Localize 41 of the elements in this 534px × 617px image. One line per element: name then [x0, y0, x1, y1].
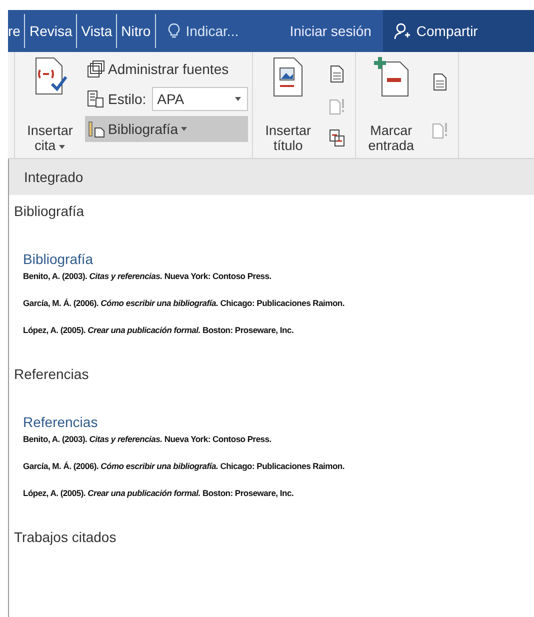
document-list-icon [87, 90, 105, 108]
document-icon [329, 65, 346, 83]
stacked-documents-icon [87, 60, 105, 78]
caret-icon [59, 144, 66, 149]
lightbulb-icon [168, 23, 180, 39]
manage-sources-button[interactable]: Administrar fuentes [85, 56, 248, 82]
style-dropdown[interactable]: APA [152, 87, 248, 111]
bibliography-icon [87, 120, 105, 138]
ribbon-tab[interactable]: Nitro [117, 14, 156, 48]
person-add-icon [393, 22, 412, 40]
citation-entry: López, A. (2005). Crear una publicación formal. Boston: Proseware, Inc. [23, 487, 294, 499]
picture-document-icon [272, 56, 304, 98]
gallery-item-label[interactable]: Trabajos citados [9, 521, 116, 545]
document-icon [432, 73, 448, 91]
insert-caption-button[interactable]: Insertar título [257, 56, 320, 156]
insert-citation-button[interactable]: Insertar cita [19, 56, 81, 156]
citation-entry: García, M. Á. (2006). Cómo escribir una bibliografía. Chicago: Publicaciones Raimon. [23, 460, 344, 472]
gallery-item-label[interactable]: Referencias [9, 358, 89, 382]
gallery-header: Integrado [9, 159, 534, 195]
tell-me-field[interactable]: Indicar... [184, 22, 278, 40]
ribbon-tab[interactable]: Vista [77, 14, 118, 48]
citation-entry: Benito, A. (2003). Citas y referencias. Nueva York: Contoso Press. [23, 433, 272, 445]
citation-entry: García, M. Á. (2006). Cómo escribir una bibliografía. Chicago: Publicaciones Raimon. [23, 297, 344, 309]
mark-entry-button[interactable]: Marcar entrada [360, 56, 422, 156]
gallery-item-label[interactable]: Bibliografía [9, 195, 84, 219]
bibliography-button[interactable]: Bibliografía [85, 116, 248, 142]
add-remove-document-icon [372, 56, 410, 98]
document-warning-icon [329, 97, 346, 115]
share-button[interactable]: Compartir [383, 10, 534, 52]
ribbon-tab[interactable]: Revisa [25, 14, 78, 48]
style-label: Estilo: [85, 86, 150, 112]
ribbon-tab[interactable]: re [8, 14, 26, 48]
citation-entry: Benito, A. (2003). Citas y referencias. Nueva York: Contoso Press. [23, 270, 272, 282]
bibliography-title: Bibliografía [23, 251, 94, 267]
document-warning-icon [432, 121, 448, 139]
caret-icon [235, 97, 242, 101]
bibliography-title: Referencias [23, 414, 98, 430]
caret-icon [181, 127, 188, 131]
cross-reference-icon [329, 129, 346, 147]
citation-entry: López, A. (2005). Crear una publicación formal. Boston: Proseware, Inc. [23, 324, 294, 336]
sign-in-link[interactable]: Iniciar sesión [290, 23, 372, 39]
